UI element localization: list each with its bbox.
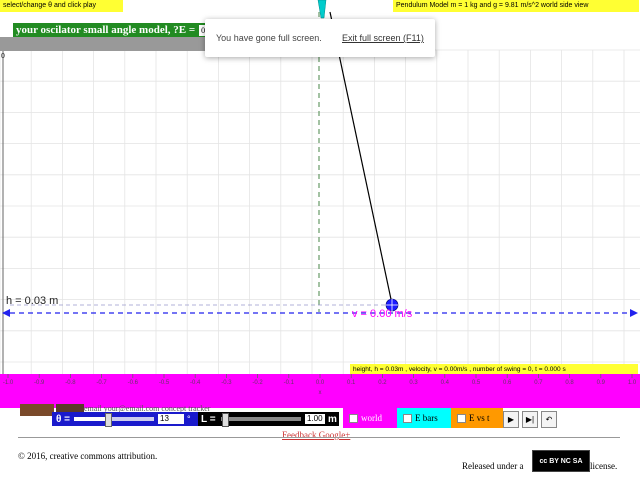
axis-tick-label: 0.8 bbox=[565, 380, 574, 386]
footer-divider bbox=[18, 437, 620, 438]
simulation-canvas: 0 h = 0.03 m v = 0.00 m/s bbox=[0, 0, 640, 374]
axis-origin-label: 0 bbox=[1, 53, 5, 60]
fullscreen-toast: You have gone full screen. Exit full scr… bbox=[205, 19, 435, 57]
play-icon: ▶ bbox=[507, 415, 515, 424]
axis-tick-label: -0.6 bbox=[128, 380, 139, 386]
exit-fullscreen-link[interactable]: Exit full screen (F11) bbox=[342, 33, 424, 43]
degree-symbol: ° bbox=[187, 414, 191, 424]
length-value-field[interactable]: 1.00 bbox=[305, 414, 325, 424]
evst-label: E vs t bbox=[469, 413, 490, 423]
right-arrow-icon bbox=[630, 309, 638, 317]
step-button[interactable]: ▶| bbox=[522, 411, 538, 428]
theta-slider-thumb[interactable] bbox=[104, 413, 112, 427]
axis-tick-label: 0.7 bbox=[534, 380, 543, 386]
axis-tick-label: -0.5 bbox=[159, 380, 170, 386]
cc-license-badge[interactable]: cc BY NC SA bbox=[532, 450, 590, 472]
step-forward-icon: ▶| bbox=[525, 415, 535, 424]
length-control: L = 1.00 m bbox=[198, 412, 339, 427]
ebars-label: E bars bbox=[415, 413, 438, 423]
world-label: world bbox=[361, 413, 382, 423]
height-readout: h = 0.03 m bbox=[6, 295, 58, 307]
axis-tick-label: -0.9 bbox=[34, 380, 45, 386]
cc-badge-icon: cc BY NC SA bbox=[539, 457, 583, 465]
copyright-text: © 2016, creative commons attribution. bbox=[18, 451, 158, 461]
velocity-readout: v = 0.00 m/s bbox=[352, 308, 413, 320]
ebars-toggle[interactable]: E bars bbox=[397, 408, 451, 428]
axis-tick-label: 1.0 bbox=[628, 380, 637, 386]
axis-tick-label: 0.5 bbox=[472, 380, 481, 386]
feedback-link[interactable]: Feedback Google+ bbox=[282, 430, 350, 440]
theta-slider-fill bbox=[74, 417, 108, 421]
simulation-area[interactable]: 0 h = 0.03 m v = 0.00 m/s bbox=[0, 0, 640, 410]
axis-tick-label: -0.1 bbox=[284, 380, 295, 386]
length-label: L = bbox=[201, 413, 216, 425]
model-title-text: your oscilator small angle model, ?E = bbox=[16, 24, 196, 36]
play-button[interactable]: ▶ bbox=[503, 411, 519, 428]
title-shadow-bar bbox=[0, 37, 210, 51]
ebars-checkbox[interactable] bbox=[403, 413, 412, 423]
theta-control: θ = 13 ° bbox=[52, 412, 198, 427]
license-line: Released under a bbox=[462, 461, 523, 471]
x-axis: -1.0 -0.9 -0.8 -0.7 -0.6 -0.5 -0.4 -0.3 -0.2 -0.1… bbox=[3, 374, 637, 396]
instruction-label: select/change θ and click play bbox=[0, 0, 123, 12]
license-prefix: Released under a bbox=[462, 461, 524, 471]
theta-slider[interactable] bbox=[74, 413, 154, 427]
length-slider[interactable] bbox=[221, 413, 301, 427]
x-axis-bar: -1.0 -0.9 -0.8 -0.7 -0.6 -0.5 -0.4 -0.3 -0.2 -0.1… bbox=[0, 374, 640, 408]
world-toggle[interactable]: world bbox=[343, 408, 397, 428]
model-title: your oscilator small angle model, ?E = 0 bbox=[13, 23, 219, 37]
axis-tick-label: -0.4 bbox=[190, 380, 201, 386]
license-suffix: license. bbox=[590, 461, 618, 471]
axis-tick-label: -0.7 bbox=[96, 380, 107, 386]
theta-label: θ = bbox=[56, 413, 71, 425]
axis-tick-label: -1.0 bbox=[3, 380, 14, 386]
theta-value-field[interactable]: 13 bbox=[158, 414, 184, 424]
axis-tick-label: -0.8 bbox=[65, 380, 76, 386]
evst-checkbox[interactable] bbox=[457, 413, 466, 423]
author-photo bbox=[20, 404, 54, 416]
length-slider-thumb[interactable] bbox=[222, 413, 229, 427]
axis-tick-label: 0.2 bbox=[378, 380, 387, 386]
axis-tick-label: 0.3 bbox=[409, 380, 418, 386]
length-unit: m bbox=[328, 413, 337, 425]
world-checkbox[interactable] bbox=[349, 413, 358, 423]
axis-tick-label: 0.4 bbox=[441, 380, 450, 386]
axis-tick-label: -0.2 bbox=[252, 380, 263, 386]
background-grid bbox=[0, 49, 640, 374]
axis-tick-label: 0.9 bbox=[597, 380, 606, 386]
axis-tick-label: 0.6 bbox=[503, 380, 512, 386]
reset-icon: ↶ bbox=[545, 415, 553, 424]
axis-tick-label: -0.3 bbox=[221, 380, 232, 386]
toast-message: You have gone full screen. bbox=[216, 33, 322, 43]
reset-button[interactable]: ↶ bbox=[541, 411, 557, 428]
evst-toggle[interactable]: E vs t bbox=[451, 408, 503, 428]
axis-tick-label: 0.0 bbox=[316, 380, 325, 386]
model-info-label: Pendulum Model m = 1 kg and g = 9.81 m/s… bbox=[393, 0, 639, 12]
axis-unit-label: x bbox=[319, 390, 322, 396]
axis-tick-label: 0.1 bbox=[347, 380, 356, 386]
